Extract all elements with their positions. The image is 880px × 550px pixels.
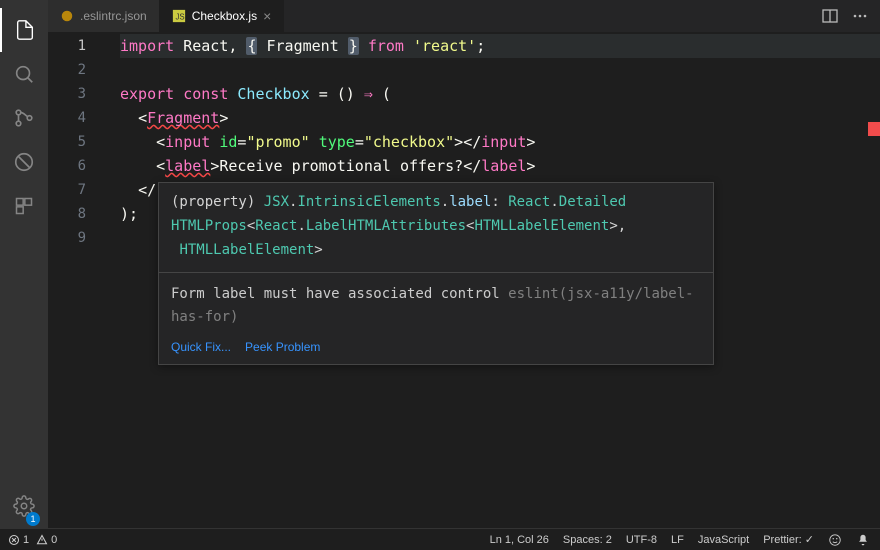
close-icon[interactable]: × bbox=[263, 8, 271, 24]
peek-problem-link[interactable]: Peek Problem bbox=[245, 340, 320, 354]
extensions-icon[interactable] bbox=[0, 184, 48, 228]
tab-label: .eslintrc.json bbox=[80, 9, 147, 23]
line-number: 2 bbox=[48, 58, 104, 82]
settings-badge: 1 bbox=[26, 512, 40, 526]
split-editor-icon[interactable] bbox=[822, 8, 838, 24]
code-line: export const Checkbox = () ⇒ ( bbox=[120, 82, 880, 106]
line-number: 3 bbox=[48, 82, 104, 106]
tab-label: Checkbox.js bbox=[192, 9, 257, 23]
quick-fix-link[interactable]: Quick Fix... bbox=[171, 340, 231, 354]
tab-eslintrc[interactable]: .eslintrc.json bbox=[48, 0, 160, 32]
js-file-icon: JS bbox=[172, 9, 186, 23]
indentation-status[interactable]: Spaces: 2 bbox=[563, 534, 612, 546]
scm-icon[interactable] bbox=[0, 96, 48, 140]
tab-actions bbox=[822, 0, 880, 32]
line-number: 8 bbox=[48, 202, 104, 226]
hover-tooltip: (property) JSX.IntrinsicElements.label: … bbox=[158, 182, 714, 365]
line-number: 9 bbox=[48, 226, 104, 250]
svg-text:JS: JS bbox=[175, 13, 184, 22]
encoding-status[interactable]: UTF-8 bbox=[626, 534, 657, 546]
code-line: <input id="promo" type="checkbox"></inpu… bbox=[120, 130, 880, 154]
activity-bar: 1 bbox=[0, 0, 48, 528]
line-number: 5 bbox=[48, 130, 104, 154]
code-line: <label>Receive promotional offers?</labe… bbox=[120, 154, 880, 178]
cursor-position[interactable]: Ln 1, Col 26 bbox=[490, 534, 549, 546]
line-number: 1 bbox=[48, 34, 104, 58]
tab-checkbox[interactable]: JS Checkbox.js × bbox=[160, 0, 285, 32]
code-line: import React, { Fragment } from 'react'; bbox=[120, 34, 880, 58]
hover-message: Form label must have associated control … bbox=[159, 273, 713, 338]
json-file-icon bbox=[60, 9, 74, 23]
problems-status[interactable]: 1 0 bbox=[8, 534, 57, 546]
language-mode[interactable]: JavaScript bbox=[698, 534, 749, 546]
explorer-icon[interactable] bbox=[0, 8, 48, 52]
editor[interactable]: 1 2 3 4 5 6 7 8 9 import React, { Fragme… bbox=[48, 32, 880, 528]
feedback-icon[interactable] bbox=[828, 533, 842, 547]
more-icon[interactable] bbox=[852, 8, 868, 24]
line-numbers: 1 2 3 4 5 6 7 8 9 bbox=[48, 34, 104, 250]
line-number: 7 bbox=[48, 178, 104, 202]
code-line: <Fragment> bbox=[120, 106, 880, 130]
eol-status[interactable]: LF bbox=[671, 534, 684, 546]
search-icon[interactable] bbox=[0, 52, 48, 96]
tab-bar: .eslintrc.json JS Checkbox.js × bbox=[48, 0, 880, 32]
debug-icon[interactable] bbox=[0, 140, 48, 184]
line-number: 6 bbox=[48, 154, 104, 178]
prettier-status[interactable]: Prettier: ✓ bbox=[763, 533, 814, 546]
status-bar: 1 0 Ln 1, Col 26 Spaces: 2 UTF-8 LF Java… bbox=[0, 528, 880, 550]
line-number: 4 bbox=[48, 106, 104, 130]
notifications-icon[interactable] bbox=[856, 533, 870, 547]
hover-signature: (property) JSX.IntrinsicElements.label: … bbox=[159, 183, 713, 272]
settings-gear-icon[interactable]: 1 bbox=[0, 484, 48, 528]
